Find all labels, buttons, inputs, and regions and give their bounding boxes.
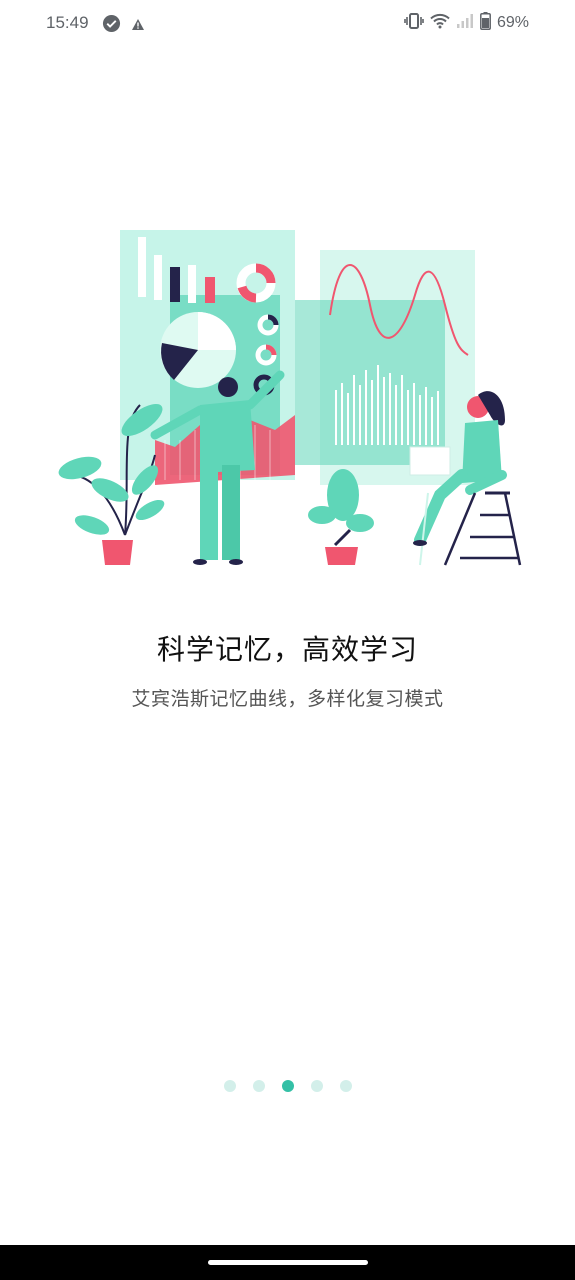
status-time: 15:49 — [46, 13, 89, 32]
battery-percent: 69% — [496, 14, 529, 31]
alert-triangle-icon — [131, 16, 145, 35]
page-indicator — [0, 1080, 575, 1094]
system-navigation-bar — [0, 1245, 575, 1280]
status-bar: 15:49 69% — [0, 0, 575, 48]
page-dot-3-active[interactable] — [281, 1080, 294, 1092]
page-dot-4[interactable] — [310, 1080, 323, 1092]
onboarding-subtitle: 艾宾浩斯记忆曲线，多样化复习模式 — [131, 688, 444, 710]
page-dot-2[interactable] — [252, 1080, 265, 1092]
page-dot-5[interactable] — [339, 1080, 352, 1092]
battery-icon — [480, 12, 491, 34]
wifi-icon — [430, 13, 450, 33]
cell-signal-icon — [456, 13, 474, 33]
onboarding-title: 科学记忆，高效学习 — [156, 633, 418, 666]
onboarding-illustration — [50, 225, 530, 575]
check-circle-icon — [102, 14, 121, 37]
home-gesture-handle[interactable] — [208, 1260, 368, 1265]
page-dot-1[interactable] — [223, 1080, 236, 1092]
vibrate-icon — [404, 13, 424, 33]
